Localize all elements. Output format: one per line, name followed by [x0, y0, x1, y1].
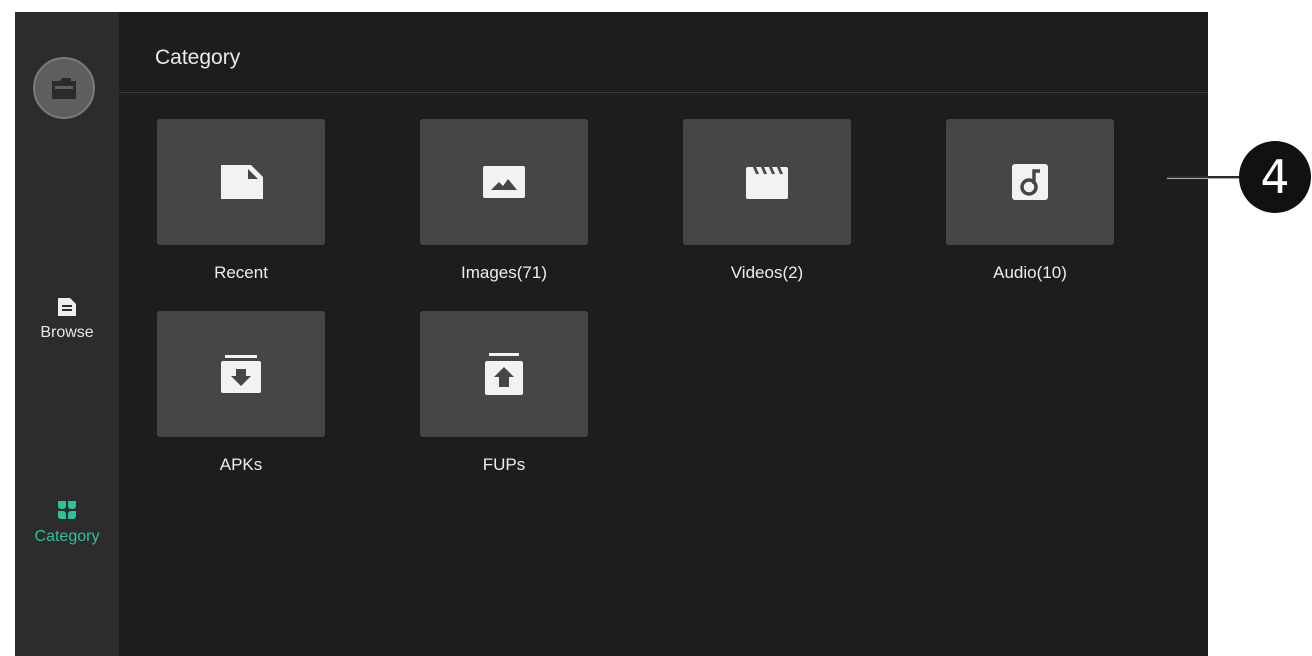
- callout-number-badge: 4: [1239, 141, 1311, 213]
- tile-box: [420, 119, 588, 245]
- music-note-icon: [1012, 164, 1048, 200]
- category-tile-fups[interactable]: FUPs: [420, 311, 588, 475]
- callout-line: [1167, 176, 1241, 178]
- file-list-icon: [58, 298, 76, 316]
- category-tile-recent[interactable]: Recent: [157, 119, 325, 283]
- category-tile-videos[interactable]: Videos(2): [683, 119, 851, 283]
- tile-label: Images(71): [461, 263, 547, 282]
- main-panel: Category Recent Images(71) Videos(2) Aud…: [119, 12, 1208, 656]
- document-icon: [221, 165, 263, 199]
- folder-icon: [52, 78, 76, 99]
- tile-label: FUPs: [482, 455, 526, 474]
- tile-box: [157, 119, 325, 245]
- sidebar-item-label: Browse: [40, 324, 94, 341]
- tile-box: [420, 311, 588, 437]
- tile-label: Recent: [214, 263, 268, 282]
- sidebar-item-category[interactable]: Category: [15, 498, 119, 546]
- tile-box: [683, 119, 851, 245]
- tile-label: APKs: [219, 455, 263, 474]
- upload-icon: [485, 353, 523, 395]
- archive-download-icon: [221, 355, 261, 393]
- app-screen: Browse Category Category Recent Images(7…: [15, 12, 1208, 656]
- tile-box: [946, 119, 1114, 245]
- page-title: Category: [155, 46, 241, 69]
- category-tile-apks[interactable]: APKs: [157, 311, 325, 475]
- category-tile-audio[interactable]: Audio(10): [946, 119, 1114, 283]
- sidebar-item-browse[interactable]: Browse: [15, 296, 119, 342]
- grid-clover-icon: [58, 501, 76, 519]
- category-tile-images[interactable]: Images(71): [420, 119, 588, 283]
- image-icon: [483, 166, 525, 198]
- tile-box: [157, 311, 325, 437]
- clapperboard-icon: [746, 167, 788, 199]
- title-divider: [119, 92, 1208, 93]
- tile-label: Audio(10): [993, 263, 1067, 282]
- app-logo: [33, 57, 95, 119]
- tile-label: Videos(2): [730, 263, 804, 282]
- sidebar-item-label: Category: [34, 528, 100, 545]
- sidebar: Browse Category: [15, 12, 119, 656]
